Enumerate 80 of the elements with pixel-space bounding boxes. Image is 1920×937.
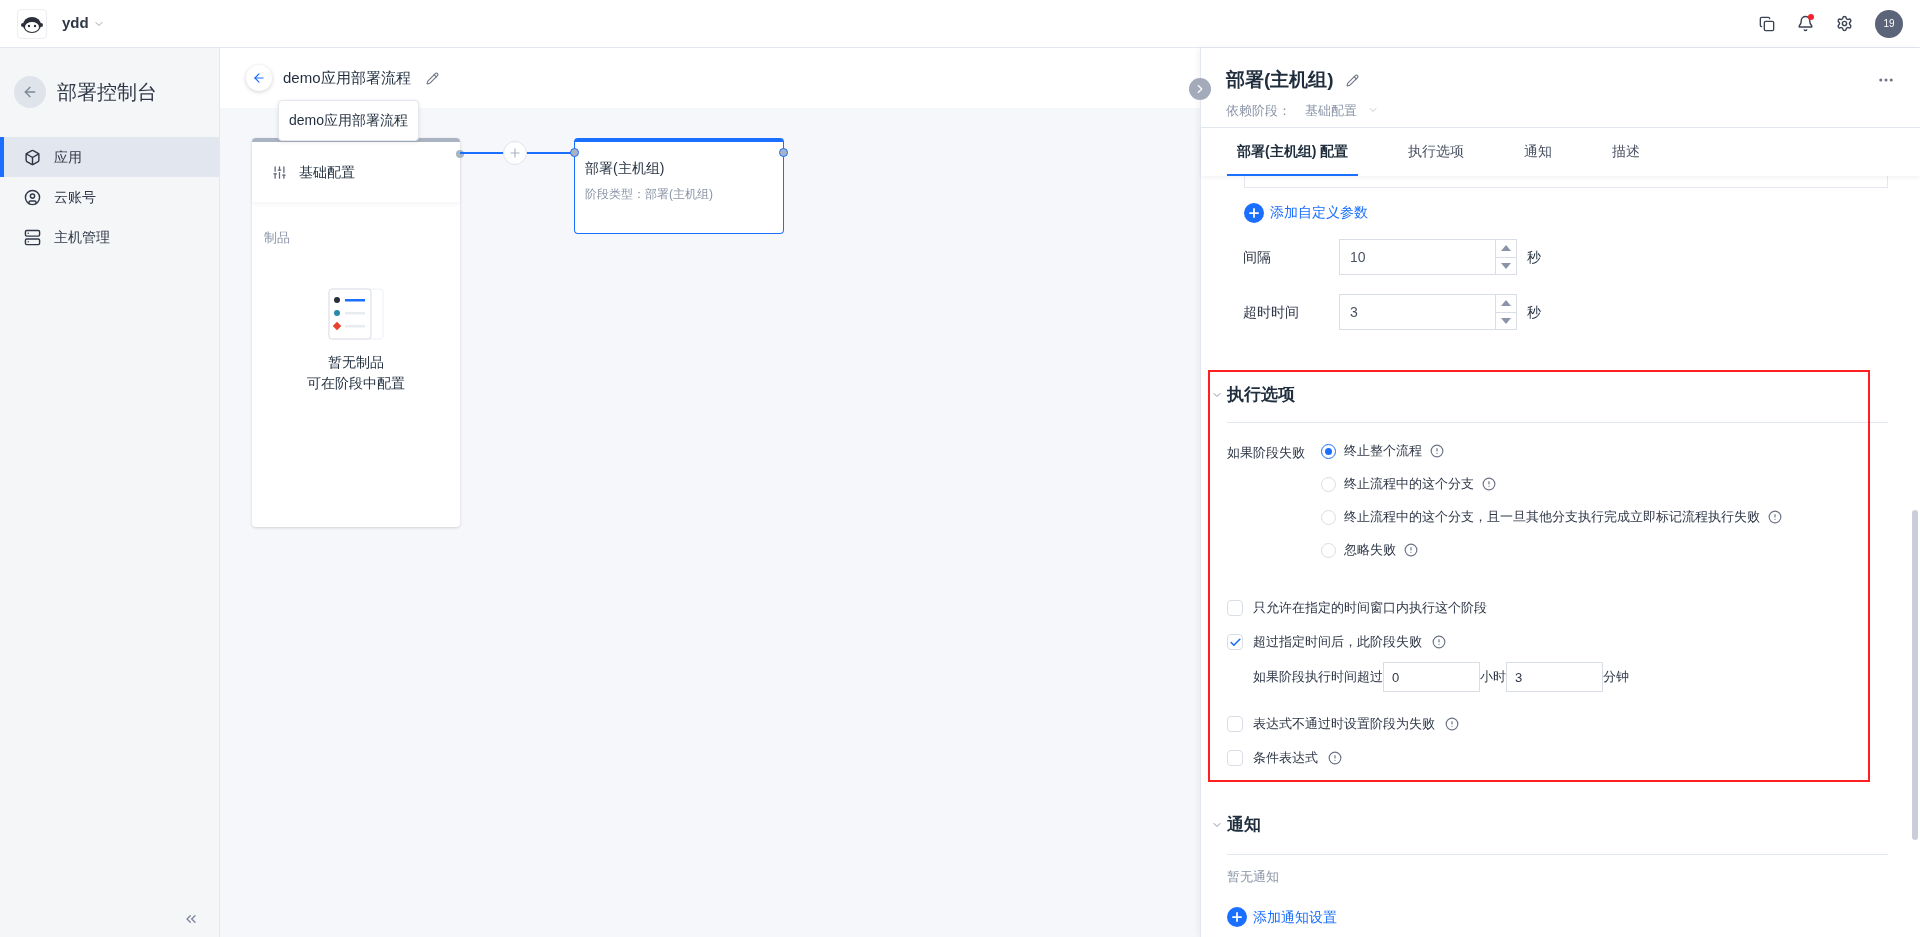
minutes-field[interactable]: 3 [1506, 662, 1603, 692]
section-title: 执行选项 [1227, 384, 1295, 407]
sidebar-title: 部署控制台 [57, 80, 157, 105]
field-label: 间隔 [1243, 247, 1272, 267]
stage-title: 部署(主机组) [585, 159, 666, 178]
empty-title: 暂无制品 [328, 352, 384, 372]
windows-icon[interactable] [1759, 15, 1775, 32]
scrollbar-thumb[interactable] [1912, 510, 1918, 840]
server-icon [24, 228, 41, 246]
stage-title: 基础配置 [299, 162, 355, 182]
settings-icon[interactable] [1836, 15, 1853, 32]
info-icon [1768, 510, 1782, 524]
option-label: 忽略失败 [1344, 541, 1396, 560]
info-icon [1430, 444, 1444, 458]
checkbox-label: 超过指定时间后，此阶段失败 [1253, 633, 1422, 652]
plus-icon [508, 146, 522, 160]
connector-handle[interactable] [779, 148, 788, 157]
edit-icon[interactable] [425, 71, 439, 85]
add-param-link[interactable]: 添加自定义参数 [1244, 202, 1368, 223]
checkbox-label: 表达式不通过时设置阶段为失败 [1253, 715, 1435, 734]
up-triangle-icon [1501, 300, 1511, 307]
checkbox[interactable] [1227, 634, 1243, 650]
sidebar-item[interactable]: 应用 [0, 137, 219, 177]
dependency-label: 依赖阶段： [1226, 101, 1291, 120]
logo-icon[interactable] [17, 8, 47, 39]
tooltip: demo应用部署流程 [278, 100, 420, 141]
back-button[interactable] [14, 76, 46, 108]
text-field[interactable] [1244, 176, 1888, 188]
unit-label: 秒 [1527, 247, 1541, 267]
checkbox[interactable] [1227, 600, 1243, 616]
add-notify-link[interactable]: 添加通知设置 [1227, 906, 1337, 928]
tab[interactable]: 通知 [1514, 128, 1563, 176]
empty-hint: 可在阶段中配置 [307, 373, 405, 393]
checkbox[interactable] [1227, 716, 1243, 732]
option-label: 终止流程中的这个分支，且一旦其他分支执行完成立即标记流程执行失败 [1344, 508, 1760, 527]
section-title: 通知 [1227, 814, 1261, 837]
number-field[interactable]: 3 [1339, 294, 1496, 330]
expand-button[interactable] [1189, 78, 1211, 100]
minutes-unit: 分钟 [1603, 668, 1629, 687]
connector-handle[interactable] [570, 148, 579, 157]
info-icon [1404, 543, 1418, 557]
tab[interactable]: 描述 [1602, 128, 1651, 176]
info-icon [1432, 635, 1446, 649]
sidebar-item[interactable]: 主机管理 [0, 217, 219, 257]
radio-button[interactable] [1321, 443, 1336, 459]
field-label: 超时时间 [1243, 302, 1300, 322]
tab[interactable]: 执行选项 [1398, 128, 1475, 176]
empty-list-drawing [328, 287, 384, 340]
option-label: 终止整个流程 [1344, 442, 1422, 461]
pipeline-title: demo应用部署流程 [283, 67, 411, 88]
number-field[interactable]: 10 [1339, 239, 1496, 275]
sliders-icon [272, 164, 287, 180]
info-icon [1445, 717, 1459, 731]
edit-icon[interactable] [1345, 73, 1359, 87]
info-icon [1482, 477, 1496, 491]
back-button[interactable] [246, 65, 272, 91]
down-triangle-icon [1501, 262, 1511, 269]
hours-unit: 小时 [1480, 668, 1506, 687]
cube-icon [24, 148, 41, 166]
user-avatar[interactable]: 19 [1875, 9, 1903, 38]
timeout-label: 如果阶段执行时间超过 [1253, 668, 1383, 687]
panel-title: 部署(主机组) [1226, 68, 1334, 92]
checkbox-label: 条件表达式 [1253, 749, 1318, 768]
unit-label: 秒 [1527, 302, 1541, 322]
tab[interactable]: 部署(主机组) 配置 [1227, 128, 1359, 176]
section-label: 制品 [264, 229, 291, 247]
hours-field[interactable]: 0 [1383, 662, 1480, 692]
bell-icon[interactable] [1797, 15, 1814, 32]
up-triangle-icon [1501, 245, 1511, 252]
sidebar-item[interactable]: 云账号 [0, 177, 219, 217]
stage-type: 阶段类型：部署(主机组) [585, 186, 714, 203]
option-label: 终止流程中的这个分支 [1344, 475, 1474, 494]
user-icon [24, 188, 41, 206]
checkbox[interactable] [1227, 750, 1243, 766]
empty-notice: 暂无通知 [1227, 868, 1280, 886]
down-triangle-icon [1501, 317, 1511, 324]
info-icon [1328, 751, 1342, 765]
field-label: 如果阶段失败 [1227, 444, 1306, 462]
workspace-dropdown[interactable]: ydd [62, 12, 105, 35]
checkbox-label: 只允许在指定的时间窗口内执行这个阶段 [1253, 599, 1487, 618]
